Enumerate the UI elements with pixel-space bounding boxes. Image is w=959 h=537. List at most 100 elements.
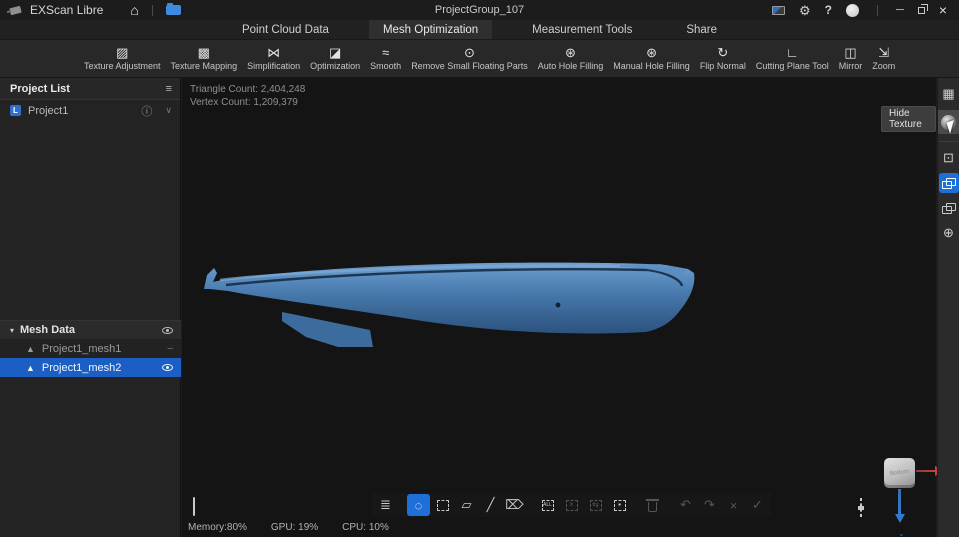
mesh-triangle-icon: ▲	[26, 362, 35, 373]
fit-screen-icon: ▦	[942, 86, 955, 101]
texture-view-button[interactable]	[938, 173, 959, 193]
mesh-row-project1-mesh2[interactable]: ▲ Project1_mesh2	[0, 358, 181, 377]
remove-floating-parts-icon: ⊙	[464, 45, 475, 60]
undo-button[interactable]: ↶	[674, 494, 697, 516]
select-component-button[interactable]: ▪	[608, 494, 631, 516]
cancel-button[interactable]: ×	[722, 494, 745, 516]
close-button[interactable]: ×	[939, 3, 947, 17]
divider	[151, 4, 153, 16]
polygon-select-button[interactable]: ▱	[455, 494, 478, 516]
user-avatar[interactable]	[846, 3, 860, 17]
chevron-down-icon[interactable]: ∨	[165, 105, 172, 116]
model-frame-view-button[interactable]: ⊡	[938, 149, 959, 167]
boat-mesh-model[interactable]	[190, 255, 700, 365]
redo-button[interactable]: ↷	[698, 494, 721, 516]
deselect-icon: ×	[565, 499, 578, 511]
mesh-toolbar: ▨ Texture Adjustment ▩ Texture Mapping ⋈…	[0, 40, 959, 78]
fit-screen-view-button[interactable]: ▦	[938, 85, 959, 103]
project-list-title: Project List	[10, 82, 70, 95]
mouse-hint-button[interactable]	[193, 497, 195, 516]
texture-adjustment-icon: ▨	[116, 45, 129, 60]
caret-down-icon[interactable]: ▾	[10, 326, 14, 335]
confirm-icon: ✓	[752, 497, 763, 512]
mesh-section-eye-icon[interactable]	[162, 326, 173, 334]
rectangle-select-button[interactable]	[431, 494, 454, 516]
device-icon[interactable]	[772, 5, 786, 15]
texture-adjustment-button[interactable]: ▨ Texture Adjustment	[84, 45, 161, 72]
fit-view-button[interactable]	[860, 498, 862, 517]
cutting-plane-tool-button[interactable]: ∟ Cutting Plane Tool	[756, 45, 829, 72]
viewport-3d[interactable]: Triangle Count: 2,404,248 Vertex Count: …	[182, 78, 943, 537]
project-badge-icon: L	[10, 105, 21, 116]
triangle-count: Triangle Count: 2,404,248	[190, 84, 306, 95]
auto-hole-filling-button[interactable]: ⊛ Auto Hole Filling	[538, 46, 604, 72]
hide-texture-tooltip: Hide Texture	[881, 106, 936, 132]
select-all-button[interactable]: ALL	[536, 494, 559, 516]
line-select-button[interactable]: ╱	[479, 494, 502, 516]
z-axis-tail: ⌄	[898, 529, 905, 537]
globe-view-button[interactable]: ⊕	[938, 224, 959, 242]
cutting-plane-icon: ∟	[785, 45, 799, 60]
hidden-visibility-icon[interactable]: –	[167, 343, 173, 354]
vertex-count: Vertex Count: 1,209,379	[190, 97, 298, 108]
memory-usage: Memory:80%	[188, 522, 247, 533]
home-icon[interactable]: ⌂	[130, 3, 138, 17]
smooth-button[interactable]: ≈ Smooth	[370, 45, 401, 72]
tab-share[interactable]: Share	[672, 20, 731, 39]
zoom-button[interactable]: ⇲ Zoom	[872, 45, 895, 72]
gpu-usage: GPU: 19%	[270, 522, 319, 533]
minimize-button[interactable]: ─	[896, 4, 904, 16]
app-window: EXScan Libre ⌂ ProjectGroup_107 ⚙ ? ─ × …	[0, 0, 959, 537]
eraser-button[interactable]: ⌦	[503, 494, 526, 516]
selection-toolbar: ≣ ◌ ▱ ╱ ⌦ ALL × ⇆ ▪ ↶ ↷ × ✓	[372, 493, 771, 517]
cpu-usage: CPU: 10%	[342, 522, 389, 533]
gizmo-cube[interactable]: Bottom	[884, 458, 915, 488]
zoom-icon: ⇲	[878, 45, 890, 60]
texture-sphere-button[interactable]	[937, 110, 959, 134]
open-project-folder-icon[interactable]	[165, 3, 181, 15]
texture-mapping-button[interactable]: ▩ Texture Mapping	[171, 45, 238, 72]
restore-button[interactable]	[917, 3, 928, 14]
lasso-select-button[interactable]: ◌	[407, 494, 430, 516]
settings-gear-icon[interactable]: ⚙	[799, 4, 811, 17]
manual-hole-filling-button[interactable]: ⊛ Manual Hole Filling	[613, 46, 690, 72]
divider	[877, 4, 879, 16]
mirror-button[interactable]: ◫ Mirror	[839, 46, 863, 72]
invert-selection-button[interactable]: ⇆	[584, 494, 607, 516]
mesh-eye-icon[interactable]	[162, 364, 173, 371]
penetrate-select-icon: ≣	[380, 497, 391, 512]
gizmo-face-label: Bottom	[889, 468, 910, 478]
confirm-button[interactable]: ✓	[746, 494, 769, 516]
collapse-panel-icon[interactable]: ≡	[166, 83, 172, 95]
tab-mesh-optimization[interactable]: Mesh Optimization	[368, 20, 493, 39]
project-panel: Project List ≡ L Project1 ⓘ ∨ ▾ Mesh Dat…	[0, 78, 181, 537]
simplification-icon: ⋈	[267, 45, 281, 60]
remove-small-floating-parts-button[interactable]: ⊙ Remove Small Floating Parts	[411, 45, 528, 72]
deselect-all-button[interactable]: ×	[560, 494, 583, 516]
mesh-row-project1-mesh1[interactable]: ▲ Project1_mesh1 –	[0, 339, 181, 358]
cancel-icon: ×	[729, 497, 738, 513]
mesh-data-section: ▾ Mesh Data ▲ Project1_mesh1 – ▲ Project…	[0, 320, 181, 377]
smooth-icon: ≈	[382, 45, 390, 60]
simplification-button[interactable]: ⋈ Simplification	[247, 45, 300, 72]
optimization-button[interactable]: ◪ Optimization	[310, 46, 360, 72]
tab-measurement-tools[interactable]: Measurement Tools	[518, 20, 646, 39]
redo-icon: ↷	[704, 497, 715, 512]
model-frame-icon: ⊡	[943, 150, 954, 165]
help-icon[interactable]: ?	[825, 3, 832, 17]
tab-point-cloud-data[interactable]: Point Cloud Data	[228, 20, 343, 39]
layers-icon	[942, 203, 956, 214]
z-axis-arrow	[895, 489, 905, 523]
mesh-data-header[interactable]: ▾ Mesh Data	[0, 320, 181, 339]
project-row[interactable]: L Project1 ⓘ ∨	[0, 100, 180, 121]
project-list-header: Project List ≡	[0, 78, 180, 100]
texture-view-icon	[942, 178, 956, 189]
flip-normal-button[interactable]: ↻ Flip Normal	[700, 46, 746, 72]
texture-mapping-icon: ▩	[197, 45, 210, 60]
penetrate-select-button[interactable]: ≣	[374, 494, 397, 516]
layers-view-button[interactable]	[938, 199, 959, 217]
delete-selection-button[interactable]	[641, 494, 664, 516]
project-info-icon[interactable]: ⓘ	[141, 103, 152, 119]
polygon-select-icon: ▱	[461, 497, 472, 512]
orientation-gizmo[interactable]: Bottom ⌄	[878, 453, 943, 537]
